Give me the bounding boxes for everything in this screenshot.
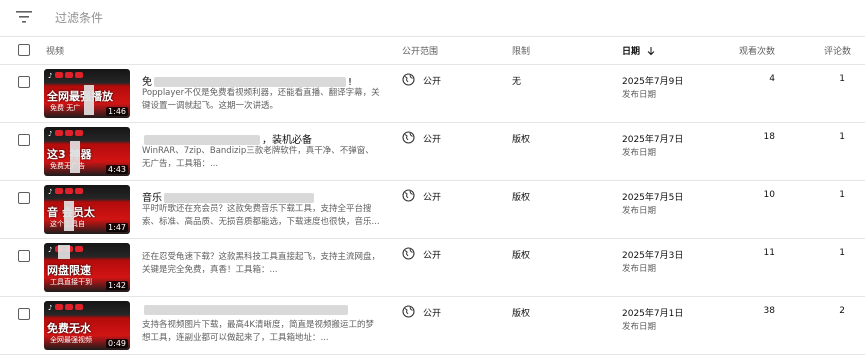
table-row[interactable]: ♪ 这3 神器 免费无广告 4:43 ，装机必备 WinRAR、7zip、Ban… xyxy=(0,123,865,181)
blur-patch xyxy=(84,85,94,115)
header-visibility: 公开范围 xyxy=(402,47,439,57)
app-icons: ♪ xyxy=(48,304,84,312)
restriction-status[interactable]: 版权 xyxy=(512,190,530,203)
restriction-status[interactable]: 版权 xyxy=(512,248,530,261)
restriction-status[interactable]: 版权 xyxy=(512,306,530,319)
thumbnail-caption: 全网最强播放 xyxy=(47,90,113,103)
publish-date: 2025年7月9日 xyxy=(622,77,684,87)
visibility-dropdown[interactable]: 公开 xyxy=(423,74,441,87)
view-count: 4 xyxy=(769,74,775,84)
publish-date-label: 发布日期 xyxy=(622,90,657,100)
comment-count[interactable]: 1 xyxy=(839,74,845,84)
video-title[interactable]: 免! xyxy=(142,73,352,88)
app-icons: ♪ xyxy=(48,188,84,196)
publish-date-label: 发布日期 xyxy=(622,148,657,158)
comment-count[interactable]: 1 xyxy=(839,248,845,258)
row-checkbox[interactable] xyxy=(18,76,30,88)
blur-patch xyxy=(58,245,70,259)
arrow-down-icon xyxy=(647,47,655,56)
publish-date: 2025年7月1日 xyxy=(622,309,684,319)
view-count: 11 xyxy=(763,248,775,258)
view-count: 18 xyxy=(763,132,775,142)
row-checkbox[interactable] xyxy=(18,192,30,204)
publish-date: 2025年7月5日 xyxy=(622,193,684,203)
title-redaction xyxy=(154,77,346,87)
video-description: 支持各视频图片下载，最高4K清晰度，简直是视频搬运工的梦想工具，连副业都可以做起… xyxy=(142,320,374,343)
thumbnail-caption: 网盘限速 xyxy=(47,264,91,277)
select-all-checkbox[interactable] xyxy=(18,44,30,56)
thumbnail-subcaption: 免费 无广 xyxy=(50,104,81,112)
filter-icon[interactable] xyxy=(16,10,32,24)
visibility-dropdown[interactable]: 公开 xyxy=(423,248,441,261)
app-icons: ♪ xyxy=(48,130,84,138)
header-date[interactable]: 日期 xyxy=(622,44,655,57)
video-thumbnail[interactable]: ♪ 音 会员太 这个工具自 1:47 xyxy=(44,185,130,234)
restriction-status[interactable]: 无 xyxy=(512,74,521,87)
comment-count[interactable]: 2 xyxy=(839,306,845,316)
filter-bar[interactable]: 过滤条件 xyxy=(0,0,865,37)
view-count: 38 xyxy=(763,306,775,316)
header-video: 视频 xyxy=(46,47,65,57)
row-checkbox[interactable] xyxy=(18,250,30,262)
duration-badge: 0:49 xyxy=(106,339,128,348)
duration-badge: 1:47 xyxy=(106,223,128,232)
video-description: 还在忍受龟速下载？这款黑科技工具直接起飞，支持主流网盘，关键是完全免费，真香！工… xyxy=(142,252,381,275)
row-checkbox[interactable] xyxy=(18,308,30,320)
video-thumbnail[interactable]: ♪ 网盘限速 工具直接干到 1:42 xyxy=(44,243,130,292)
globe-icon xyxy=(402,247,415,260)
thumbnail-subcaption: 工具直接干到 xyxy=(50,278,92,286)
restriction-status[interactable]: 版权 xyxy=(512,132,530,145)
publish-date: 2025年7月3日 xyxy=(622,251,684,261)
row-checkbox[interactable] xyxy=(18,134,30,146)
video-description: Popplayer不仅是免费看视频利器，还能看直播、翻译字幕，关键设置一调就起飞… xyxy=(142,88,380,111)
video-description: 平时听歌还在充会员？这款免费音乐下载工具，支持全平台搜索、标准、高品质、无损音质… xyxy=(142,204,380,227)
publish-date-label: 发布日期 xyxy=(622,206,657,216)
duration-badge: 4:43 xyxy=(106,165,128,174)
table-row[interactable]: ♪ 网盘限速 工具直接干到 1:42 还在忍受龟速下载？这款黑科技工具直接起飞，… xyxy=(0,239,865,297)
globe-icon xyxy=(402,189,415,202)
video-thumbnail[interactable]: ♪ 免费无水 全网最强视频 0:49 xyxy=(44,301,130,350)
blur-patch xyxy=(70,141,80,173)
video-description: WinRAR、7zip、Bandizip三款老牌软件，真干净、不弹窗、无广告，工… xyxy=(142,146,374,169)
view-count: 10 xyxy=(763,190,775,200)
header-restrictions: 限制 xyxy=(512,47,531,57)
publish-date-label: 发布日期 xyxy=(622,264,657,274)
video-title[interactable]: 音乐 xyxy=(142,189,316,204)
globe-icon xyxy=(402,73,415,86)
header-views: 观看次数 xyxy=(738,47,775,57)
table-row[interactable]: ♪ 音 会员太 这个工具自 1:47 音乐 平时听歌还在充会员？这款免费音乐下载… xyxy=(0,181,865,239)
title-redaction xyxy=(144,305,348,315)
title-redaction xyxy=(164,193,314,203)
globe-icon xyxy=(402,305,415,318)
globe-icon xyxy=(402,131,415,144)
video-title[interactable] xyxy=(142,305,350,316)
header-date-label: 日期 xyxy=(622,47,641,57)
filter-input[interactable]: 过滤条件 xyxy=(55,9,103,26)
duration-badge: 1:42 xyxy=(106,281,128,290)
visibility-dropdown[interactable]: 公开 xyxy=(423,132,441,145)
blur-patch xyxy=(64,201,74,231)
visibility-dropdown[interactable]: 公开 xyxy=(423,306,441,319)
visibility-dropdown[interactable]: 公开 xyxy=(423,190,441,203)
duration-badge: 1:46 xyxy=(106,107,128,116)
video-thumbnail[interactable]: ♪ 这3 神器 免费无广告 4:43 xyxy=(44,127,130,176)
table-row[interactable]: ♪ 全网最强播放 免费 无广 1:46 免! Popplayer不仅是免费看视频… xyxy=(0,65,865,123)
video-title[interactable]: ，装机必备 xyxy=(142,131,312,146)
comment-count[interactable]: 1 xyxy=(839,190,845,200)
publish-date: 2025年7月7日 xyxy=(622,135,684,145)
table-row[interactable]: ♪ 免费无水 全网最强视频 0:49 支持各视频图片下载，最高4K清晰度，简直是… xyxy=(0,297,865,355)
comment-count[interactable]: 1 xyxy=(839,132,845,142)
title-redaction xyxy=(144,135,260,145)
thumbnail-subcaption: 全网最强视频 xyxy=(50,336,92,344)
video-thumbnail[interactable]: ♪ 全网最强播放 免费 无广 1:46 xyxy=(44,69,130,118)
publish-date-label: 发布日期 xyxy=(622,322,657,332)
header-comments: 评论数 xyxy=(823,47,851,57)
table-header: 视频 公开范围 限制 日期 观看次数 评论数 xyxy=(0,36,865,65)
app-icons: ♪ xyxy=(48,72,84,80)
thumbnail-caption: 免费无水 xyxy=(47,322,91,335)
